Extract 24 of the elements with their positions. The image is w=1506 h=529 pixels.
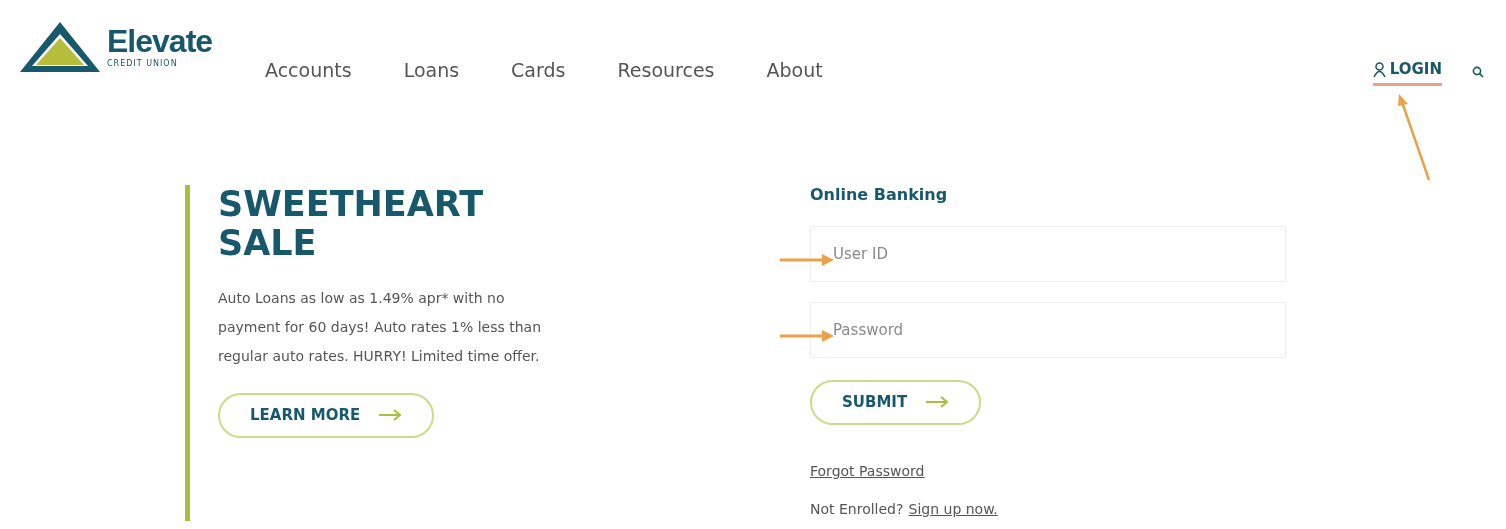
forgot-password-link[interactable]: Forgot Password [810, 462, 925, 479]
sign-up-link[interactable]: Sign up now. [908, 500, 998, 517]
nav-link[interactable]: About [766, 56, 823, 85]
input-field[interactable]: Password [810, 302, 1286, 359]
nav-link[interactable]: Cards [511, 56, 566, 85]
enroll-prompt: Not Enrolled? [810, 500, 904, 517]
form-title: Online Banking [810, 185, 949, 205]
nav-link[interactable]: Resources [617, 56, 715, 85]
input-field[interactable]: User ID [810, 226, 1286, 283]
learn-more-button[interactable]: LEARN MORE [218, 393, 435, 438]
logo-name: Elevate [107, 24, 213, 60]
arrow-icon [378, 409, 403, 422]
promo-title: SWEETHEART SALE [218, 185, 485, 262]
promo-text: Auto Loans as low as 1.49% apr* with no payment for 60 days! Auto rates 1% less than regular auto rates. HURRY! Limited time offer. [218, 289, 543, 366]
search-icon[interactable] [1472, 65, 1484, 78]
user-icon [1372, 61, 1386, 77]
nav-link[interactable]: Loans [403, 56, 460, 85]
nav-link[interactable]: Accounts [265, 56, 352, 85]
login-link[interactable]: LOGIN [1372, 58, 1442, 86]
submit-button[interactable]: SUBMIT [810, 380, 982, 425]
annotation-arrow [780, 328, 834, 344]
annotation-arrow [780, 252, 834, 268]
logo-tagline: CREDIT UNION [107, 59, 179, 68]
arrow-icon [925, 396, 950, 409]
